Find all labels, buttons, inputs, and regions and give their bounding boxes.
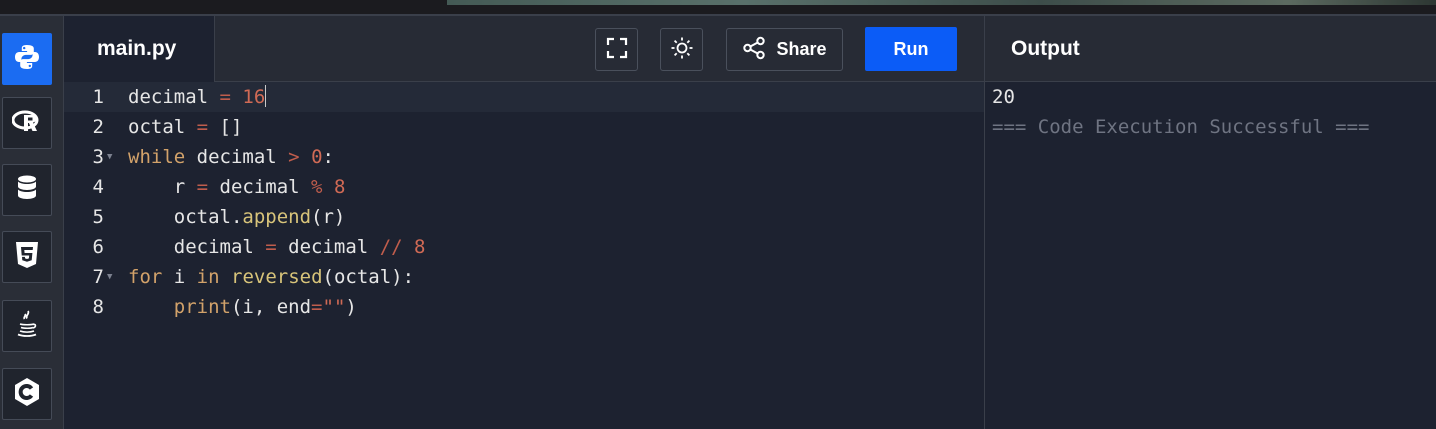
code-line[interactable]: 8 print(i, end="") [64,292,984,322]
code-line[interactable]: 3 ▼ while decimal > 0: [64,142,984,172]
language-sidebar [0,16,64,429]
java-language-button[interactable] [2,300,52,352]
background-image-strip [447,0,1436,5]
text-cursor [265,85,267,107]
code-line[interactable]: 2 octal = [] [64,112,984,142]
line-number: 3 [92,146,104,168]
sun-icon [670,36,694,64]
code-line[interactable]: 5 octal.append(r) [64,202,984,232]
c-icon [13,377,41,411]
fold-arrow-icon[interactable]: ▼ [107,142,112,172]
code-line-text: decimal = decimal // 8 [128,236,426,258]
tab-main-py[interactable]: main.py [64,16,215,82]
theme-toggle-button[interactable] [660,28,703,71]
code-line-text: while decimal > 0: [128,146,334,168]
line-number: 4 [92,176,104,198]
database-icon [16,174,38,206]
share-icon [742,36,766,64]
code-line-text: print(i, end="") [173,296,357,318]
line-number: 7 [92,266,104,288]
line-number: 5 [92,206,104,228]
html-language-button[interactable] [2,231,52,283]
code-line[interactable]: 7 ▼ for i in reversed(octal): [64,262,984,292]
line-number: 8 [92,296,104,318]
code-line-text: decimal = 16 [128,85,267,108]
c-language-button[interactable] [2,368,52,420]
code-line[interactable]: 4 r = decimal % 8 [64,172,984,202]
fullscreen-icon [606,37,628,63]
share-button[interactable]: Share [726,28,843,71]
r-language-button[interactable] [2,97,52,149]
output-panel: 20 === Code Execution Successful === [984,82,1436,429]
run-button[interactable]: Run [865,27,957,71]
html5-icon [15,241,39,273]
line-number: 1 [92,86,104,108]
code-line-text: octal = [] [128,116,243,138]
execution-status: === Code Execution Successful === [992,116,1370,138]
output-line: 20 [992,86,1015,108]
code-line-text: r = decimal % 8 [128,176,346,198]
code-line[interactable]: 6 decimal = decimal // 8 [64,232,984,262]
share-label: Share [776,39,827,59]
fullscreen-button[interactable] [595,28,638,71]
editor-header: main.py Share Run Output [64,16,1436,82]
python-icon [13,43,41,75]
java-icon [15,309,39,343]
code-line[interactable]: 1 decimal = 16 [64,82,984,112]
output-title: Output [984,16,1436,82]
window-top-strip [0,0,1436,16]
python-language-button[interactable] [2,33,52,85]
line-number: 6 [92,236,104,258]
r-icon [11,108,42,138]
sql-language-button[interactable] [2,164,52,216]
fold-arrow-icon[interactable]: ▼ [107,262,112,292]
code-line-text: octal.append(r) [128,206,346,228]
line-number: 2 [92,116,104,138]
code-editor[interactable]: 1 decimal = 16 2 octal = [] 3 ▼ while de… [64,82,984,429]
code-line-text: for i in reversed(octal): [128,266,415,288]
